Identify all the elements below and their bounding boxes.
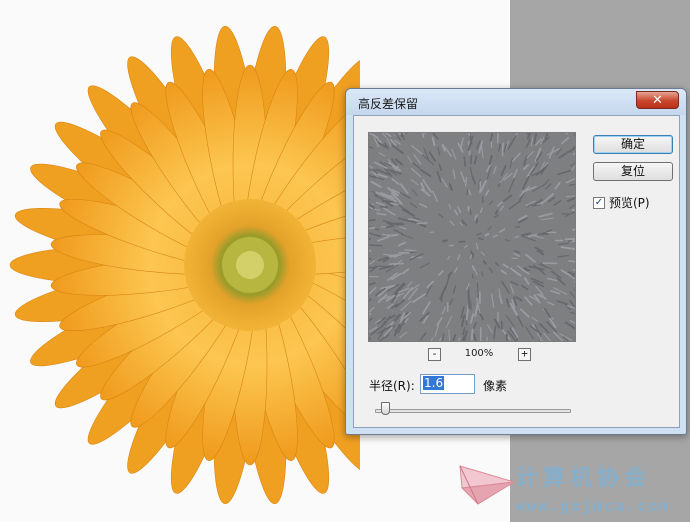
close-button[interactable]: ✕ [636, 91, 679, 109]
preview-texture-stroke [568, 260, 575, 263]
radius-value: 1.6 [423, 376, 445, 390]
preview-texture-stroke [470, 250, 473, 256]
radius-label: 半径(R): [369, 379, 415, 393]
preview-checkbox-label[interactable]: 预览(P) [609, 194, 650, 211]
high-pass-dialog: 高反差保留 ✕ - 100% + 确定 复位 ✓ 预览(P) 半径(R): 1.… [345, 88, 687, 435]
preview-texture-stroke [389, 262, 404, 266]
preview-texture-stroke [501, 142, 504, 157]
radius-slider-thumb[interactable] [380, 402, 390, 415]
zoom-out-button[interactable]: - [428, 348, 441, 361]
preview-texture-stroke [494, 209, 499, 215]
paper-plane-logo-icon [459, 465, 515, 505]
preview-texture-stroke [574, 328, 575, 331]
preview-texture-stroke [511, 257, 518, 260]
preview-texture-stroke [369, 257, 372, 260]
watermark-title: 计算机协会 [516, 466, 652, 491]
gerbera-flower-image [9, 25, 360, 505]
radius-input[interactable]: 1.6 [420, 374, 475, 394]
preview-texture-stroke [381, 200, 394, 203]
radius-unit: 像素 [483, 379, 508, 393]
preview-texture-stroke [467, 296, 471, 310]
radius-slider-track[interactable] [375, 409, 571, 413]
reset-button[interactable]: 复位 [593, 162, 673, 181]
watermark-url: www.gxjmca.com [516, 497, 671, 515]
preview-texture-stroke [471, 265, 475, 271]
preview-texture-stroke [484, 232, 490, 237]
zoom-in-button[interactable]: + [518, 348, 531, 361]
preview-texture-stroke [505, 333, 508, 341]
preview-texture-stroke [448, 329, 450, 341]
preview-texture-stroke [464, 176, 468, 187]
ok-button[interactable]: 确定 [593, 135, 673, 154]
preview-texture-stroke [463, 156, 467, 167]
filter-preview[interactable] [368, 132, 576, 342]
preview-texture-stroke [470, 328, 474, 341]
preview-texture-stroke [471, 273, 474, 280]
preview-texture-stroke [408, 251, 417, 254]
preview-texture-stroke [442, 239, 448, 243]
preview-texture-stroke [369, 226, 376, 230]
zoom-level: 100% [464, 348, 494, 359]
dialog-title: 高反差保留 [358, 97, 419, 111]
high-pass-preview-image [369, 133, 575, 341]
preview-texture-stroke [386, 233, 399, 237]
preview-texture-stroke [416, 222, 428, 225]
preview-checkbox[interactable]: ✓ [593, 196, 605, 209]
dialog-body: - 100% + 确定 复位 ✓ 预览(P) 半径(R): 1.6 像素 [353, 115, 680, 428]
preview-toggle[interactable]: ✓ 预览(P) [593, 194, 650, 211]
close-icon: ✕ [652, 92, 663, 108]
preview-texture-stroke [469, 209, 472, 216]
dialog-titlebar[interactable]: 高反差保留 ✕ [346, 89, 686, 115]
preview-texture-stroke [369, 244, 383, 247]
preview-texture-stroke [470, 154, 473, 165]
